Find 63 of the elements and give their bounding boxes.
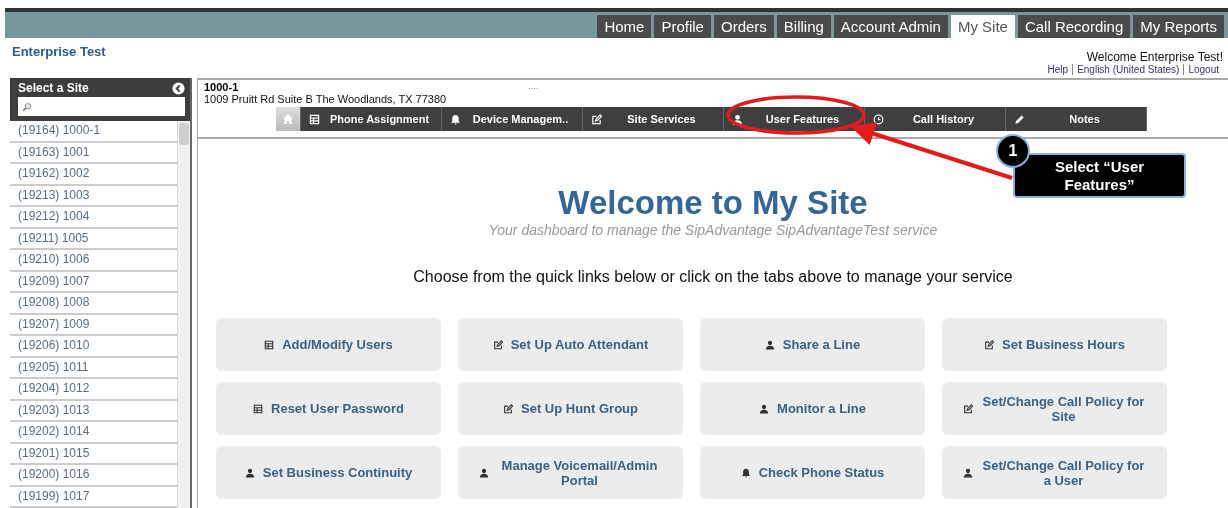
quick-link-button[interactable]: Manage Voicemail/Admin Portal — [458, 446, 683, 499]
bell-icon — [450, 113, 461, 125]
nav-tab[interactable]: Orders — [713, 15, 774, 38]
dashboard-prompt: Choose from the quick links below or click on the tabs above to manage your service — [413, 268, 1013, 286]
nav-tab[interactable]: Call Recording — [1017, 15, 1131, 38]
marker-text: .... — [528, 81, 539, 93]
person-icon — [764, 339, 775, 350]
dashboard-subtitle: Your dashboard to manage the SipAdvantage SipAdvantageTest service — [488, 221, 938, 239]
sub-tab[interactable]: Call History — [865, 107, 1006, 131]
quick-link-button[interactable]: Set Business Continuity — [216, 446, 441, 499]
sub-tab[interactable] — [276, 107, 301, 131]
nav-tab[interactable]: Profile — [654, 15, 711, 38]
person-icon — [479, 467, 489, 478]
nav-tab[interactable]: Account Admin — [833, 15, 948, 38]
quick-link-button[interactable]: Check Phone Status — [700, 446, 925, 499]
scrollbar[interactable] — [177, 121, 190, 508]
welcome-text: Welcome Enterprise Test! — [1086, 50, 1223, 64]
site-name: 1000-1 — [204, 81, 240, 93]
quick-link-button[interactable]: Set Up Hunt Group — [458, 382, 683, 435]
quick-link-button[interactable]: Reset User Password — [216, 382, 441, 435]
home-icon — [282, 113, 294, 125]
search-field[interactable] — [18, 97, 185, 116]
dashboard-title: Welcome to My Site — [558, 185, 868, 221]
callout-text: Select “User Features” — [1053, 157, 1146, 194]
sub-tab[interactable]: Site Services — [583, 107, 724, 131]
quick-link-button[interactable]: Set Business Hours — [942, 318, 1167, 371]
table-icon — [264, 339, 275, 350]
edit-icon — [503, 403, 513, 414]
quick-link-button[interactable]: Set Up Auto Attendant — [458, 318, 683, 371]
header-link[interactable]: English (United States) — [1072, 64, 1184, 75]
site-address: 1009 Pruitt Rd Suite B The Woodlands, TX 77380 — [204, 93, 447, 105]
nav-tab[interactable]: Home — [597, 15, 652, 38]
person-icon — [244, 467, 255, 478]
edit-icon — [591, 113, 602, 125]
header-link[interactable]: Logout — [1183, 64, 1223, 75]
edit-icon — [492, 339, 503, 350]
nav-tab[interactable]: My Site — [950, 15, 1015, 38]
sub-tab[interactable]: Phone Assignment — [301, 107, 442, 131]
enterprise-name: Enterprise Test — [12, 44, 106, 61]
bell-icon — [740, 467, 751, 478]
quick-link-button[interactable]: Share a Line — [700, 318, 925, 371]
sub-tab[interactable]: Notes — [1006, 107, 1147, 131]
quick-link-button[interactable]: Set/Change Call Policy for Site — [942, 382, 1167, 435]
table-icon — [253, 403, 263, 414]
edit-icon — [963, 403, 973, 414]
table-icon — [309, 113, 320, 125]
quick-link-button[interactable]: Monitor a Line — [700, 382, 925, 435]
pencil-icon — [1014, 113, 1025, 125]
step-badge: 1 — [996, 134, 1030, 168]
header-link[interactable]: Help — [1043, 64, 1073, 75]
nav-tab[interactable]: Billing — [776, 15, 831, 38]
search-icon — [22, 101, 32, 112]
collapse-icon[interactable] — [172, 81, 185, 95]
sidebar-title: Select a Site — [18, 81, 89, 95]
person-icon — [732, 113, 743, 125]
quick-link-button[interactable]: Set/Change Call Policy for a User — [942, 446, 1167, 499]
quick-link-button[interactable]: Add/Modify Users — [216, 318, 441, 371]
edit-icon — [984, 339, 995, 350]
sub-tab[interactable]: Device Managem.. — [442, 107, 583, 131]
person-icon — [759, 403, 770, 414]
person-icon — [963, 467, 973, 478]
nav-tab[interactable]: My Reports — [1133, 15, 1224, 38]
clock-icon — [873, 113, 884, 125]
